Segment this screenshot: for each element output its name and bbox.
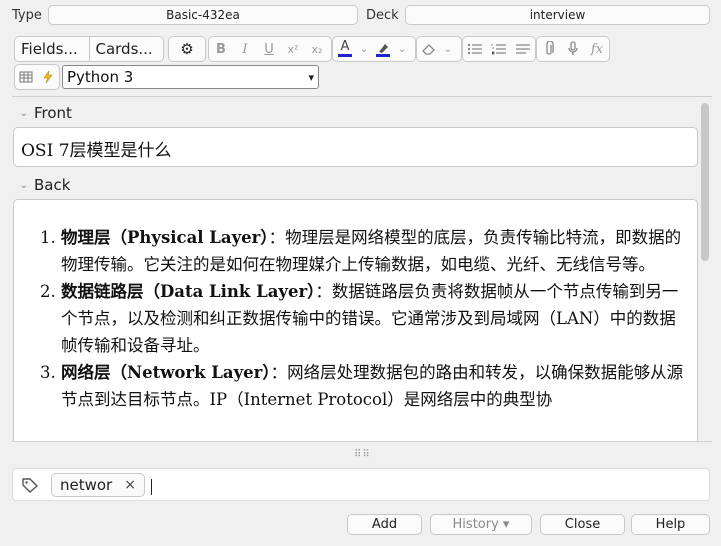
help-button[interactable]: Help xyxy=(631,514,710,535)
bullet-list-glyph xyxy=(467,43,482,55)
chevron-down-icon[interactable]: ⌄ xyxy=(441,37,455,61)
tag-editor[interactable]: networ × xyxy=(12,468,710,501)
chevron-down-icon: ⌄ xyxy=(19,179,29,191)
bullet-list-icon[interactable] xyxy=(463,37,487,61)
chevron-down-icon: ⌄ xyxy=(19,107,29,119)
front-label: Front xyxy=(34,104,72,122)
back-field-header[interactable]: ⌄ Back xyxy=(14,176,71,194)
list-item: 数据链路层（Data Link Layer）：数据链路层负责将数据帧从一个节点传… xyxy=(61,278,689,359)
marker-glyph xyxy=(379,43,388,53)
text-color-glyph: A xyxy=(340,39,350,54)
scrollbar-thumb[interactable] xyxy=(701,103,709,261)
highlight-icon[interactable] xyxy=(371,37,395,61)
chevron-down-icon[interactable]: ⌄ xyxy=(395,37,409,61)
mathjax-icon[interactable]: fx xyxy=(585,37,609,61)
close-icon[interactable]: × xyxy=(124,477,136,493)
splitter-line xyxy=(12,441,712,442)
eraser-group: ⌄ xyxy=(416,36,462,62)
fields-button[interactable]: Fields... xyxy=(15,37,89,61)
lightning-icon[interactable] xyxy=(37,65,59,89)
text-color-swatch xyxy=(338,54,352,57)
deck-label: Deck xyxy=(366,8,399,23)
gear-icon: ⚙ xyxy=(180,40,194,58)
list-item-title: 网络层（Network Layer） xyxy=(61,363,271,382)
toolbar-divider xyxy=(12,96,712,97)
tag-chip-label: networ xyxy=(60,476,113,494)
align-glyph xyxy=(516,44,530,54)
microphone-icon[interactable] xyxy=(561,37,585,61)
language-select-value: Python 3 xyxy=(67,68,134,86)
editor-scrollbar[interactable] xyxy=(699,100,711,442)
note-type-button[interactable]: Basic-432ea xyxy=(48,5,358,25)
type-label: Type xyxy=(12,8,42,23)
back-label: Back xyxy=(34,176,71,194)
deck-button[interactable]: interview xyxy=(405,5,710,25)
paperclip-glyph xyxy=(546,41,554,55)
tag-icon xyxy=(21,477,39,497)
media-group: fx xyxy=(536,36,610,62)
italic-icon[interactable]: I xyxy=(233,37,257,61)
chevron-down-icon: ▾ xyxy=(308,70,314,84)
tag-input-caret xyxy=(151,479,152,495)
list-group xyxy=(462,36,536,62)
list-item: 网络层（Network Layer）：网络层处理数据包的路由和转发，以确保数据能… xyxy=(61,359,689,413)
numbered-list-icon[interactable] xyxy=(487,37,511,61)
tag-chip[interactable]: networ × xyxy=(51,473,145,497)
fields-cards-group: Fields... Cards... xyxy=(14,36,164,62)
options-button[interactable]: ⚙ xyxy=(168,36,206,62)
eraser-glyph xyxy=(422,44,435,55)
underline-icon[interactable]: U xyxy=(257,37,281,61)
back-field[interactable]: 物理层（Physical Layer）：物理层是网络模型的底层，负责传输比特流，… xyxy=(13,199,698,441)
numbered-list-glyph xyxy=(491,44,506,55)
text-color-icon[interactable]: A xyxy=(333,37,357,61)
front-field-header[interactable]: ⌄ Front xyxy=(14,104,72,122)
front-field[interactable]: OSI 7层模型是什么 xyxy=(13,127,698,167)
language-select[interactable]: Python 3 ▾ xyxy=(62,65,319,89)
list-item-title: 数据链路层（Data Link Layer） xyxy=(61,282,316,301)
format-group: B I U x² x₂ xyxy=(208,36,332,62)
color-group: A ⌄ ⌄ xyxy=(332,36,416,62)
paperclip-icon[interactable] xyxy=(537,37,561,61)
cards-button[interactable]: Cards... xyxy=(89,37,163,61)
subscript-icon[interactable]: x₂ xyxy=(305,37,329,61)
history-button[interactable]: History ▾ xyxy=(430,514,532,535)
tag-glyph xyxy=(22,478,39,493)
back-list: 物理层（Physical Layer）：物理层是网络模型的底层，负责传输比特流，… xyxy=(14,200,697,413)
chevron-down-icon[interactable]: ⌄ xyxy=(357,37,371,61)
front-field-text: OSI 7层模型是什么 xyxy=(21,141,172,161)
superscript-icon[interactable]: x² xyxy=(281,37,305,61)
list-item: 物理层（Physical Layer）：物理层是网络模型的底层，负责传输比特流，… xyxy=(61,224,689,278)
table-icon[interactable] xyxy=(15,65,37,89)
close-button[interactable]: Close xyxy=(540,514,625,535)
align-icon[interactable] xyxy=(511,37,535,61)
table-lightning-group xyxy=(14,64,60,90)
table-glyph xyxy=(19,71,33,83)
eraser-icon[interactable] xyxy=(417,37,441,61)
highlight-color-swatch xyxy=(376,53,390,57)
microphone-glyph xyxy=(568,41,578,55)
splitter-handle[interactable]: ⠿⠿ xyxy=(354,449,371,460)
bold-icon[interactable]: B xyxy=(209,37,233,61)
lightning-glyph xyxy=(43,70,53,84)
list-item-title: 物理层（Physical Layer） xyxy=(61,228,269,247)
add-button[interactable]: Add xyxy=(347,514,422,535)
